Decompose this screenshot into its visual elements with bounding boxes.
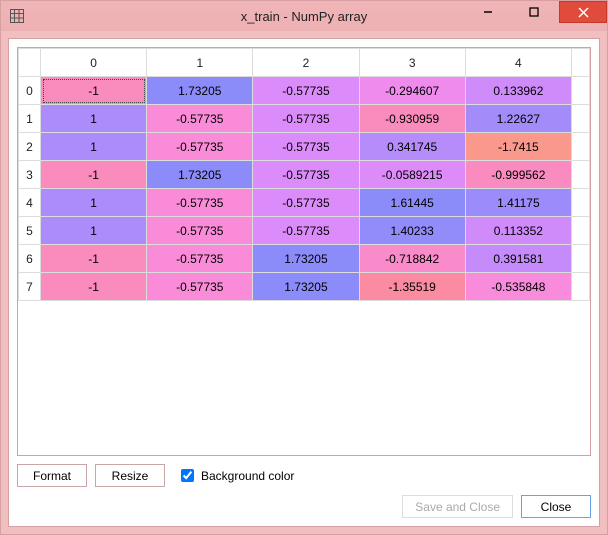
grid-cell[interactable]: 1.73205 bbox=[147, 77, 253, 105]
dialog-buttons: Save and Close Close bbox=[17, 487, 591, 518]
row-header[interactable]: 5 bbox=[19, 217, 41, 245]
grid-cell[interactable]: -0.57735 bbox=[253, 217, 359, 245]
grid-cell[interactable]: 1.73205 bbox=[253, 245, 359, 273]
grid-cell[interactable]: -0.57735 bbox=[147, 105, 253, 133]
grid-cell-blank bbox=[572, 105, 590, 133]
col-header[interactable]: 3 bbox=[359, 49, 465, 77]
grid-cell[interactable]: -0.57735 bbox=[147, 273, 253, 301]
grid-cell[interactable]: -0.57735 bbox=[253, 133, 359, 161]
col-header[interactable]: 4 bbox=[465, 49, 571, 77]
grid-cell[interactable]: -0.57735 bbox=[253, 189, 359, 217]
row-header[interactable]: 1 bbox=[19, 105, 41, 133]
grid-corner bbox=[19, 49, 41, 77]
row-header[interactable]: 2 bbox=[19, 133, 41, 161]
grid-cell[interactable]: -0.57735 bbox=[147, 217, 253, 245]
row-header[interactable]: 7 bbox=[19, 273, 41, 301]
grid-cell[interactable]: -1 bbox=[41, 161, 147, 189]
titlebar[interactable]: x_train - NumPy array bbox=[1, 1, 607, 31]
row-header[interactable]: 6 bbox=[19, 245, 41, 273]
bgcolor-label: Background color bbox=[201, 469, 294, 483]
grid-cell[interactable]: -0.57735 bbox=[253, 77, 359, 105]
grid-cell[interactable]: 0.133962 bbox=[465, 77, 571, 105]
grid-cell-blank bbox=[572, 189, 590, 217]
grid-cell-blank bbox=[572, 133, 590, 161]
grid-cell[interactable]: -1 bbox=[41, 245, 147, 273]
grid-cell[interactable]: 1 bbox=[41, 189, 147, 217]
format-button[interactable]: Format bbox=[17, 464, 87, 487]
close-button[interactable]: Close bbox=[521, 495, 591, 518]
maximize-button[interactable] bbox=[511, 1, 557, 23]
row-header[interactable]: 0 bbox=[19, 77, 41, 105]
grid-cell[interactable]: 1.22627 bbox=[465, 105, 571, 133]
save-and-close-button[interactable]: Save and Close bbox=[402, 495, 513, 518]
grid-cell[interactable]: 1.40233 bbox=[359, 217, 465, 245]
array-grid[interactable]: 012340-11.73205-0.57735-0.2946070.133962… bbox=[18, 48, 590, 301]
grid-cell-blank bbox=[572, 217, 590, 245]
grid-cell-blank bbox=[572, 245, 590, 273]
grid-cell[interactable]: -1.7415 bbox=[465, 133, 571, 161]
grid-cell[interactable]: -0.535848 bbox=[465, 273, 571, 301]
row-header[interactable]: 3 bbox=[19, 161, 41, 189]
grid-cell[interactable]: -1 bbox=[41, 77, 147, 105]
grid-cell-blank bbox=[572, 161, 590, 189]
grid-cell[interactable]: -0.57735 bbox=[147, 189, 253, 217]
resize-button[interactable]: Resize bbox=[95, 464, 165, 487]
grid-cell[interactable]: 1 bbox=[41, 133, 147, 161]
footer-controls: Format Resize Background color bbox=[17, 456, 591, 487]
grid-cell[interactable]: 1.73205 bbox=[147, 161, 253, 189]
grid-cell[interactable]: 0.391581 bbox=[465, 245, 571, 273]
grid-cell[interactable]: 1.41175 bbox=[465, 189, 571, 217]
grid-cell-blank bbox=[572, 77, 590, 105]
col-header[interactable]: 1 bbox=[147, 49, 253, 77]
grid-cell[interactable]: -0.57735 bbox=[253, 105, 359, 133]
col-header-blank bbox=[572, 49, 590, 77]
grid-cell[interactable]: -1.35519 bbox=[359, 273, 465, 301]
app-icon bbox=[9, 8, 25, 24]
grid-cell[interactable]: 1.61445 bbox=[359, 189, 465, 217]
grid-cell[interactable]: -0.57735 bbox=[147, 245, 253, 273]
row-header[interactable]: 4 bbox=[19, 189, 41, 217]
client-area: 012340-11.73205-0.57735-0.2946070.133962… bbox=[8, 38, 600, 527]
grid-cell[interactable]: 1 bbox=[41, 105, 147, 133]
col-header[interactable]: 0 bbox=[41, 49, 147, 77]
grid-cell-blank bbox=[572, 273, 590, 301]
grid-cell[interactable]: 0.113352 bbox=[465, 217, 571, 245]
close-window-button[interactable] bbox=[559, 1, 607, 23]
minimize-button[interactable] bbox=[465, 1, 511, 23]
window-buttons bbox=[465, 1, 607, 31]
grid-cell[interactable]: -0.294607 bbox=[359, 77, 465, 105]
grid-cell[interactable]: -0.999562 bbox=[465, 161, 571, 189]
array-grid-wrap[interactable]: 012340-11.73205-0.57735-0.2946070.133962… bbox=[17, 47, 591, 456]
grid-cell[interactable]: 1 bbox=[41, 217, 147, 245]
grid-cell[interactable]: -0.0589215 bbox=[359, 161, 465, 189]
grid-cell[interactable]: -0.57735 bbox=[253, 161, 359, 189]
window-frame: x_train - NumPy array 012340-11.73205-0.… bbox=[0, 0, 608, 535]
bgcolor-checkbox[interactable] bbox=[181, 469, 194, 482]
grid-cell[interactable]: -0.930959 bbox=[359, 105, 465, 133]
bgcolor-checkbox-wrap[interactable]: Background color bbox=[177, 466, 294, 485]
grid-cell[interactable]: 1.73205 bbox=[253, 273, 359, 301]
col-header[interactable]: 2 bbox=[253, 49, 359, 77]
grid-cell[interactable]: -0.57735 bbox=[147, 133, 253, 161]
grid-cell[interactable]: -1 bbox=[41, 273, 147, 301]
grid-cell[interactable]: 0.341745 bbox=[359, 133, 465, 161]
grid-cell[interactable]: -0.718842 bbox=[359, 245, 465, 273]
